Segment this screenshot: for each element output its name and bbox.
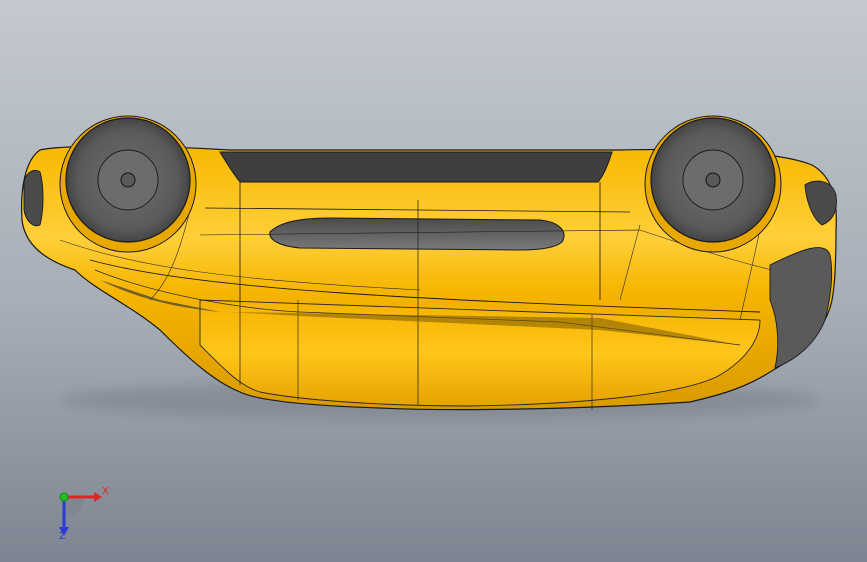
rear-wheel [59,115,197,253]
front-wheel [644,115,782,253]
triad-x-label: X [102,486,109,497]
graphics-viewport[interactable]: X Z [0,0,867,562]
triad-z-label: Z [59,531,66,542]
car-body-model[interactable] [0,0,867,562]
coordinate-triad: X Z [40,482,120,552]
